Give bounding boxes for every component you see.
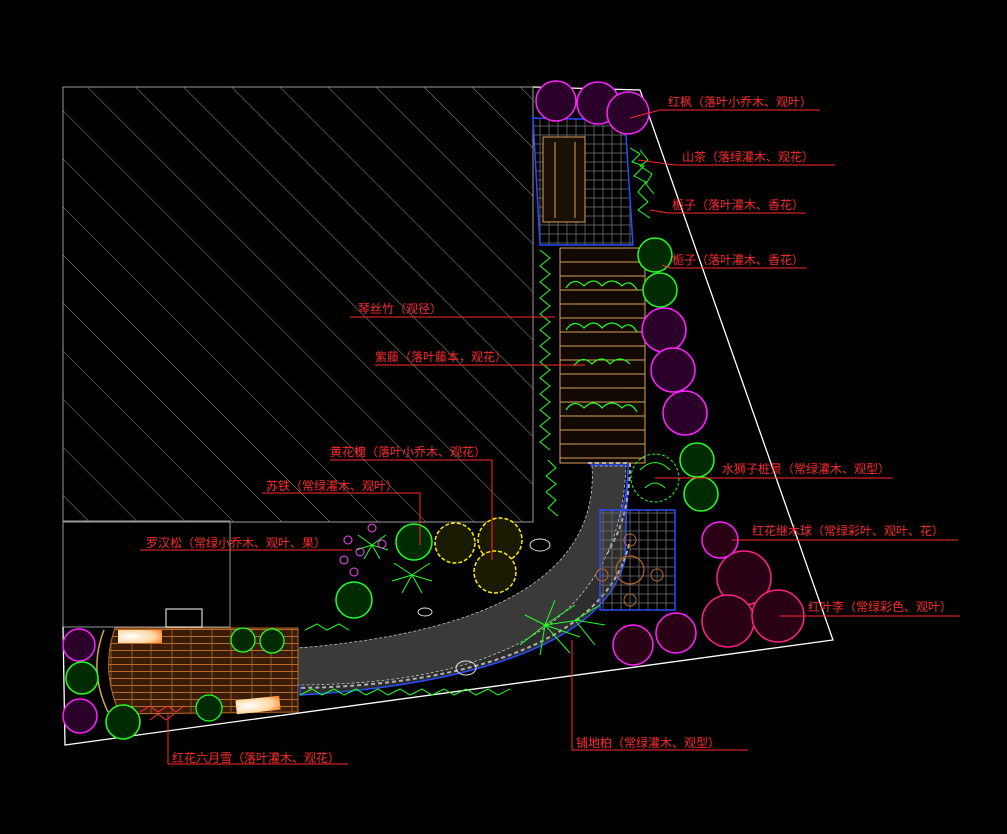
huanghuahuai-trees <box>434 517 523 594</box>
label-liuyuexue: 红花六月雪（落叶灌木、观花） <box>172 750 340 765</box>
label-shuishizi: 水狮子桩景（常绿灌木、观型） <box>722 461 890 476</box>
label-qinsizhu: 琴丝竹（观径） <box>358 302 442 316</box>
loropetalum-balls <box>701 521 805 648</box>
label-hongfeng: 红枫（落叶小乔木、观叶） <box>668 94 812 109</box>
edge-curve <box>96 629 109 713</box>
label-hongyeli: 红叶李（常绿彩色、观叶） <box>808 599 952 614</box>
label-shancha: 山茶（落绿灌木、观花） <box>682 149 814 164</box>
boxwood-shrubs <box>679 442 719 512</box>
label-ziteng: 紫藤（落叶藤本，观花） <box>375 349 507 364</box>
label-huanghuahuai: 黄花槐（落叶小乔木、观花） <box>330 444 486 459</box>
label-luohansong: 罗汉松（常绿小乔木、观叶、果） <box>146 535 326 550</box>
label-zhizi-1: 栀子（落叶灌木、香花） <box>672 197 804 212</box>
camellia-strip <box>629 147 655 219</box>
label-pudibai: 铺地柏（常绿灌木、观型） <box>576 735 720 750</box>
bamboo-strip <box>539 249 559 517</box>
label-hongjimu: 红花继木球（常绿彩叶、观叶、花） <box>752 523 944 538</box>
pergola-boardwalk <box>559 247 646 464</box>
step-block <box>165 608 203 628</box>
bench <box>542 136 586 223</box>
landscape-plan-drawing: 红枫（落叶小乔木、观叶） 山茶（落绿灌木、观花） 栀子（落叶灌木、香花） 栀子（… <box>62 80 960 765</box>
deck-lamp-1 <box>118 630 162 643</box>
magenta-trees-right <box>641 307 708 436</box>
purple-plum-trees <box>612 612 697 666</box>
label-zhizi-2: 栀子（落叶灌木、香花） <box>672 252 804 267</box>
corner-paving <box>599 509 676 611</box>
label-sutie: 苏铁（常绿灌木、观叶） <box>266 478 398 493</box>
